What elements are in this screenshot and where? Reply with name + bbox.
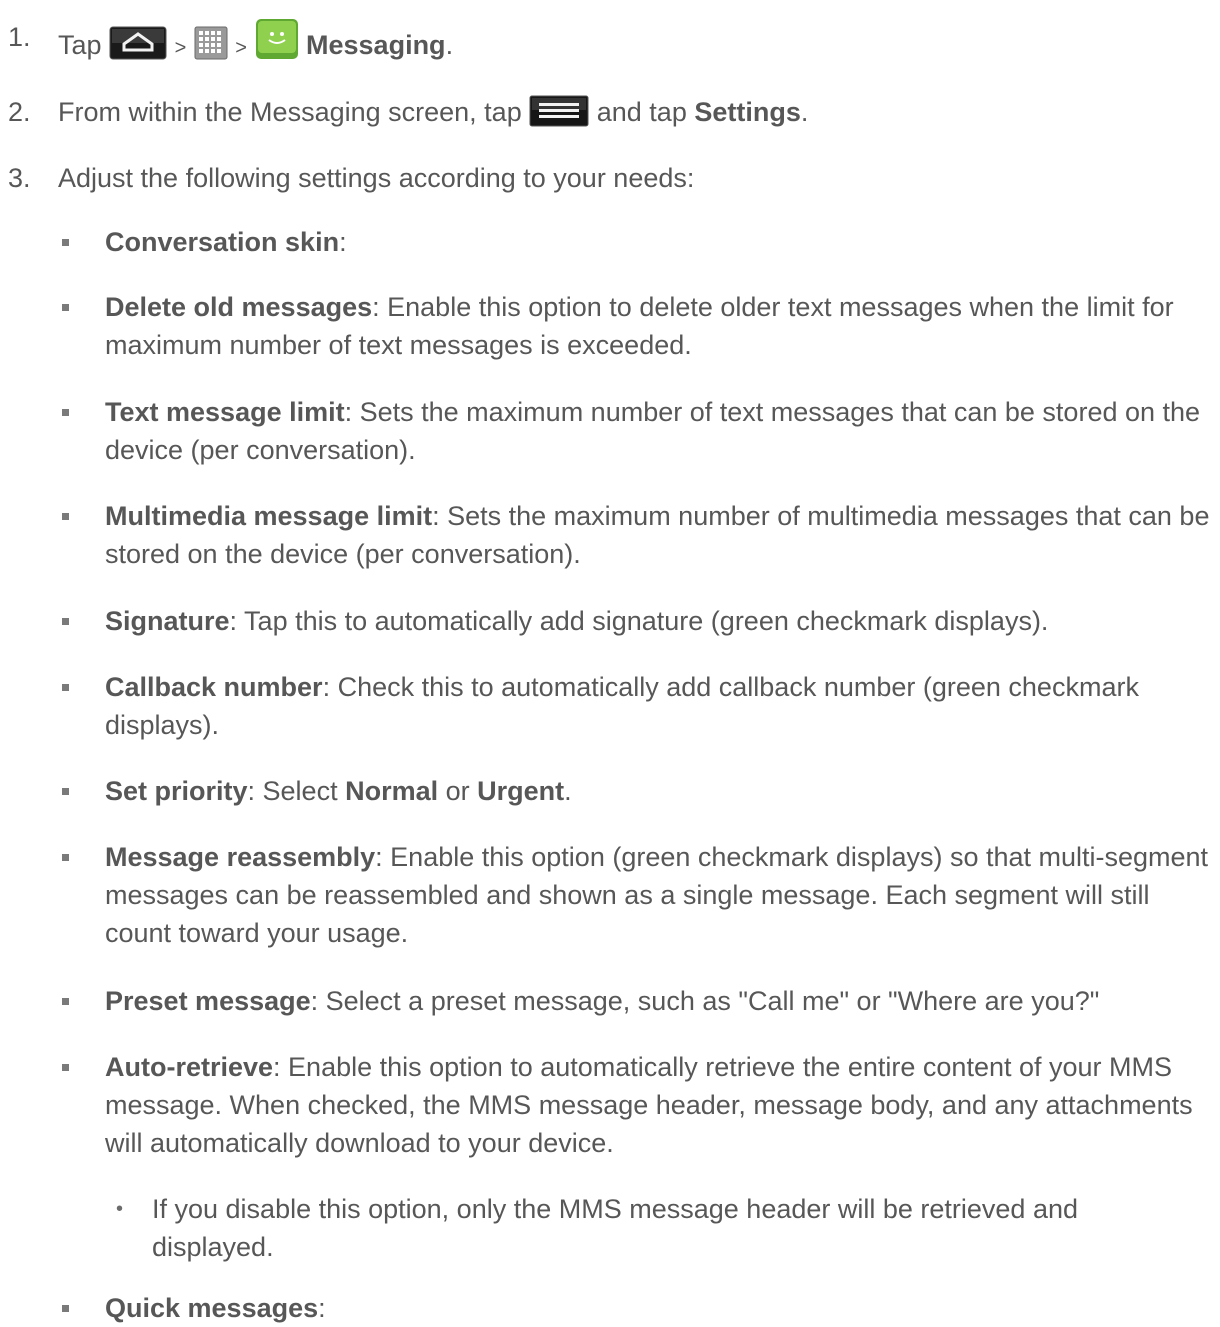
step-text: Adjust the following settings according …	[58, 163, 695, 193]
square-bullet-icon	[62, 513, 69, 520]
square-bullet-icon	[62, 618, 69, 625]
setting-title: Conversation skin	[105, 227, 340, 257]
setting-item-delete-old-messages: Delete old messages: Enable this option …	[105, 288, 1216, 364]
setting-description: : Select a preset message, such as "Call…	[310, 986, 1100, 1016]
setting-title: Callback number	[105, 672, 323, 702]
setting-description: : Tap this to automatically add signatur…	[229, 606, 1049, 636]
square-bullet-icon	[62, 684, 69, 691]
setting-title: Preset message	[105, 986, 311, 1016]
apps-grid-icon	[194, 26, 228, 70]
auto-retrieve-note: If you disable this option, only the MMS…	[152, 1194, 1079, 1262]
square-bullet-icon	[62, 788, 69, 795]
square-bullet-icon	[62, 239, 69, 246]
setting-item-callback-number: Callback number: Check this to automatic…	[105, 668, 1216, 744]
step-text: Tap	[58, 30, 102, 60]
setting-title: Text message limit	[105, 397, 345, 427]
square-bullet-icon	[62, 409, 69, 416]
menu-icon	[529, 95, 589, 137]
square-bullet-icon	[62, 854, 69, 861]
separator: >	[174, 37, 187, 59]
square-bullet-icon	[62, 1064, 69, 1071]
setting-item-text-message-limit: Text message limit: Sets the maximum num…	[105, 393, 1216, 469]
separator: >	[235, 37, 247, 59]
step-number: 1.	[8, 22, 31, 52]
setting-title: Signature	[105, 606, 230, 636]
setting-item-auto-retrieve: Auto-retrieve: Enable this option to aut…	[105, 1048, 1216, 1162]
setting-title: Set priority	[105, 776, 248, 806]
setting-title: Auto-retrieve	[105, 1052, 274, 1082]
setting-item-message-reassembly: Message reassembly: Enable this option (…	[105, 838, 1216, 952]
messaging-app-icon	[255, 18, 299, 70]
setting-description: :	[318, 1293, 326, 1323]
setting-title: Delete old messages	[105, 292, 373, 322]
square-bullet-icon	[62, 1305, 69, 1312]
setting-item-preset-message: Preset message: Select a preset message,…	[105, 982, 1216, 1020]
home-icon	[109, 26, 167, 70]
square-bullet-icon	[62, 998, 69, 1005]
setting-item-signature: Signature: Tap this to automatically add…	[105, 602, 1216, 640]
step-number: 2.	[8, 97, 31, 127]
setting-item-set-priority: Set priority: Select Normal or Urgent.	[105, 776, 572, 806]
square-bullet-icon	[62, 304, 69, 311]
step-text: From within the Messaging screen, tap	[58, 97, 522, 127]
setting-item-multimedia-message-limit: Multimedia message limit: Sets the maxim…	[105, 497, 1216, 573]
setting-title: Quick messages	[105, 1293, 319, 1323]
step-bold-text: Settings	[694, 97, 801, 127]
round-bullet-icon: •	[116, 1198, 124, 1220]
setting-description: :	[339, 227, 347, 257]
setting-item-conversation-skin: Conversation skin:	[105, 223, 1216, 261]
setting-item-quick-messages: Quick messages:	[105, 1289, 1216, 1327]
setting-title: Multimedia message limit	[105, 501, 433, 531]
step-number: 3.	[8, 163, 31, 193]
setting-title: Message reassembly	[105, 842, 376, 872]
step-bold-text: Messaging	[306, 30, 446, 60]
